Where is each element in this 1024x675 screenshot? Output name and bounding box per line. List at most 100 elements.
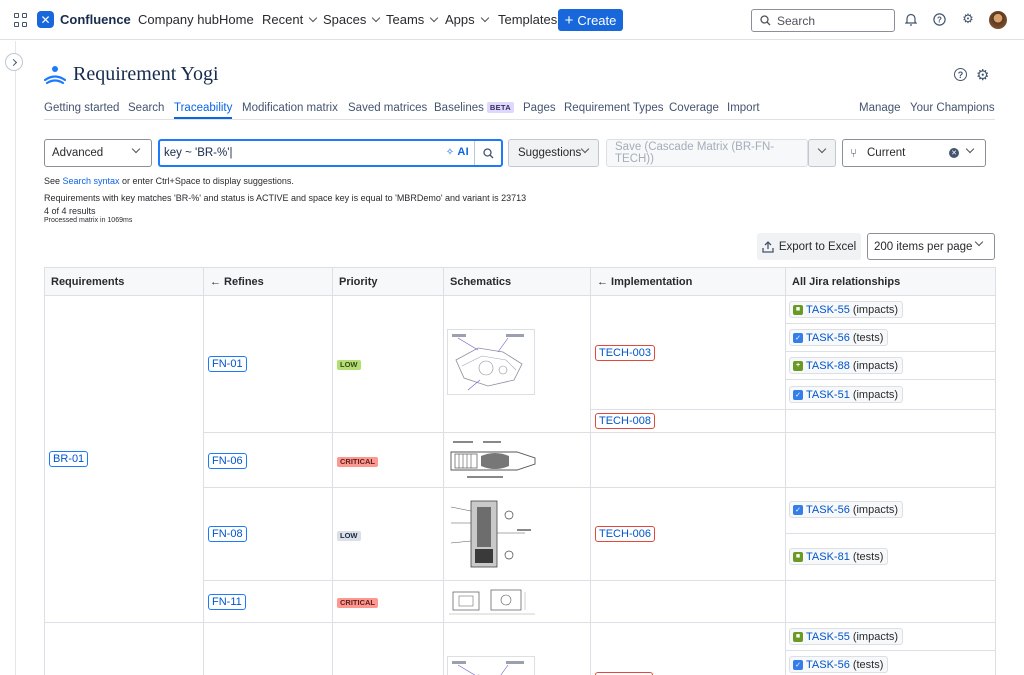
app-settings-icon[interactable]: ⚙ bbox=[976, 66, 989, 84]
refines-cell: FN-01 bbox=[203, 295, 333, 433]
tab-search[interactable]: Search bbox=[128, 102, 164, 114]
global-search-input[interactable]: Search bbox=[751, 9, 895, 32]
requirement-cell bbox=[44, 622, 204, 675]
save-matrix-button[interactable]: Save (Cascade Matrix (BR-FN-TECH)) bbox=[606, 139, 808, 167]
nav-spaces[interactable]: Spaces bbox=[323, 12, 381, 27]
jira-link[interactable]: ■ TASK-55 (impacts) bbox=[789, 301, 904, 318]
refines-cell bbox=[203, 622, 333, 675]
jira-link[interactable]: ✓ TASK-56 (tests) bbox=[789, 329, 889, 346]
save-matrix-label: Save (Cascade Matrix (BR-FN-TECH)) bbox=[615, 141, 775, 165]
nav-recent-label: Recent bbox=[262, 12, 304, 27]
settings-gear-icon[interactable]: ⚙ bbox=[961, 11, 975, 26]
story-icon: ■ bbox=[793, 631, 803, 642]
nav-apps[interactable]: Apps bbox=[445, 12, 489, 27]
refines-link-fn-06[interactable]: FN-06 bbox=[208, 453, 247, 469]
app-title: Requirement Yogi bbox=[73, 63, 219, 85]
export-icon bbox=[762, 240, 774, 253]
jira-relation: (impacts) bbox=[852, 503, 899, 516]
app-help-icon[interactable]: ? bbox=[954, 68, 967, 81]
tab-coverage[interactable]: Coverage bbox=[669, 102, 719, 114]
task-icon: ✓ bbox=[793, 389, 803, 400]
branch-icon: ⑂ bbox=[850, 146, 858, 160]
version-select[interactable]: ⑂ Current ✕ bbox=[842, 139, 986, 167]
plus-icon: + bbox=[564, 11, 574, 29]
engine-cross-section-image[interactable] bbox=[447, 438, 539, 482]
engine-schematic-image[interactable] bbox=[447, 656, 535, 675]
hint-prefix: See bbox=[44, 176, 63, 186]
priority-cell bbox=[332, 622, 444, 675]
user-avatar[interactable] bbox=[989, 11, 1007, 29]
notifications-icon[interactable] bbox=[904, 12, 918, 26]
header-implementation[interactable]: ← Implementation bbox=[590, 267, 786, 296]
tab-requirement-types[interactable]: Requirement Types bbox=[564, 102, 664, 114]
search-mode-select[interactable]: Advanced bbox=[44, 139, 152, 167]
cylinder-schematic-image[interactable] bbox=[447, 493, 535, 575]
implementation-link-tech-008[interactable]: TECH-008 bbox=[595, 413, 655, 429]
nav-templates[interactable]: Templates bbox=[498, 12, 557, 27]
jira-link[interactable]: ✓ TASK-56 (impacts) bbox=[789, 501, 904, 518]
nav-teams[interactable]: Teams bbox=[386, 12, 439, 27]
chevron-down-icon bbox=[131, 144, 141, 154]
query-search-button[interactable] bbox=[474, 141, 501, 165]
jira-cell: ✓ TASK-56 (tests) bbox=[785, 650, 996, 675]
implementation-link-tech-006[interactable]: TECH-006 bbox=[595, 526, 655, 542]
query-text: key ~ 'BR-%' bbox=[164, 147, 230, 159]
export-to-excel-button[interactable]: Export to Excel bbox=[757, 233, 861, 260]
ai-button[interactable]: ✧ AI bbox=[446, 146, 469, 158]
jira-key: TASK-88 bbox=[806, 359, 850, 372]
tab-baselines[interactable]: Baselines BETA bbox=[434, 102, 514, 114]
help-icon[interactable]: ? bbox=[932, 12, 946, 26]
jira-link[interactable]: ■ TASK-55 (impacts) bbox=[789, 628, 904, 645]
tab-import[interactable]: Import bbox=[727, 102, 760, 114]
save-options-button[interactable] bbox=[808, 139, 836, 167]
sparkle-icon: ✧ bbox=[445, 147, 455, 158]
clear-icon[interactable]: ✕ bbox=[949, 148, 959, 158]
jira-relation: (impacts) bbox=[852, 359, 899, 372]
implementation-link-tech-003[interactable]: TECH-003 bbox=[595, 345, 655, 361]
create-button[interactable]: + Create bbox=[558, 9, 623, 31]
schematics-cell bbox=[443, 580, 591, 623]
refines-link-fn-11[interactable]: FN-11 bbox=[208, 594, 246, 610]
create-label: Create bbox=[577, 12, 617, 28]
engine-schematic-image[interactable] bbox=[447, 329, 535, 395]
header-schematics: Schematics bbox=[443, 267, 591, 296]
tab-getting-started[interactable]: Getting started bbox=[44, 102, 119, 114]
tab-manage[interactable]: Manage bbox=[859, 102, 901, 114]
nav-recent[interactable]: Recent bbox=[262, 12, 318, 27]
header-refines[interactable]: ← Refines bbox=[203, 267, 333, 296]
app-switcher-icon[interactable] bbox=[14, 13, 28, 27]
requirement-link-br-01[interactable]: BR-01 bbox=[49, 451, 89, 467]
chevron-down-icon bbox=[580, 144, 590, 154]
nav-teams-label: Teams bbox=[386, 12, 425, 27]
items-per-page-select[interactable]: 200 items per page bbox=[867, 233, 995, 260]
tab-saved-matrices[interactable]: Saved matrices bbox=[348, 102, 427, 114]
suggestions-button[interactable]: Suggestions bbox=[508, 139, 599, 167]
jira-cell: ■ TASK-55 (impacts) bbox=[785, 622, 996, 651]
query-input[interactable]: key ~ 'BR-%' | ✧ AI bbox=[158, 139, 503, 167]
refines-link-fn-01[interactable]: FN-01 bbox=[208, 356, 247, 372]
app-tabs: Getting started Search Traceability Modi… bbox=[44, 101, 995, 120]
confluence-logo-icon: ✕ bbox=[37, 11, 54, 28]
tab-your-champions[interactable]: Your Champions bbox=[910, 102, 995, 114]
tab-pages[interactable]: Pages bbox=[523, 102, 556, 114]
confluence-logo[interactable]: ✕ Confluence bbox=[37, 11, 131, 28]
tab-modification-matrix[interactable]: Modification matrix bbox=[242, 102, 338, 114]
expand-sidebar-button[interactable] bbox=[5, 53, 23, 71]
jira-cell: ■ TASK-55 (impacts) bbox=[785, 295, 996, 324]
jira-link[interactable]: ■ TASK-81 (tests) bbox=[789, 548, 889, 565]
technical-drawing-image[interactable] bbox=[447, 586, 539, 618]
implementation-cell: TECH-008 bbox=[590, 409, 786, 433]
refines-link-fn-08[interactable]: FN-08 bbox=[208, 526, 247, 542]
priority-cell: LOW bbox=[332, 295, 444, 433]
jira-link[interactable]: ✓ TASK-56 (tests) bbox=[789, 656, 889, 673]
hint-suffix: or enter Ctrl+Space to display suggestio… bbox=[119, 176, 294, 186]
nav-company-hub[interactable]: Company hub bbox=[138, 12, 219, 27]
nav-home[interactable]: Home bbox=[219, 12, 254, 27]
jira-link[interactable]: ✓ TASK-51 (impacts) bbox=[789, 386, 904, 403]
jira-relation: (tests) bbox=[852, 331, 884, 344]
tab-traceability[interactable]: Traceability bbox=[174, 102, 233, 119]
search-syntax-link[interactable]: Search syntax bbox=[63, 176, 120, 186]
jira-link[interactable]: + TASK-88 (impacts) bbox=[789, 357, 904, 374]
implementation-cell: TECH-003 bbox=[590, 295, 786, 410]
jira-relation: (impacts) bbox=[852, 630, 899, 643]
